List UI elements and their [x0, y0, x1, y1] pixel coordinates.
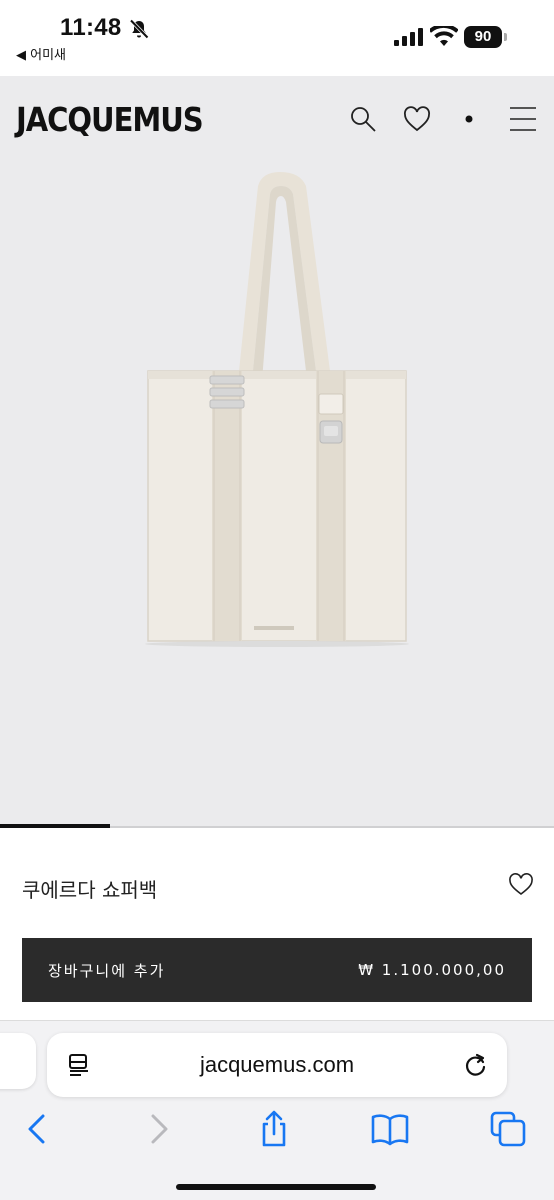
add-to-cart-button[interactable]: 장바구니에 추가 ₩ 1.100.000,00 [22, 938, 532, 1002]
chevron-left-icon[interactable] [18, 1109, 58, 1149]
chevron-right-icon[interactable] [138, 1109, 178, 1149]
wifi-icon [430, 26, 458, 46]
product-title: 쿠에르다 쇼퍼백 [22, 878, 158, 902]
url-text: jacquemus.com [199, 1052, 355, 1077]
battery-tip [504, 33, 507, 41]
cellular-signal-icon [394, 28, 423, 46]
site-header: JACQUEMUS [0, 76, 554, 166]
battery-level: 90 [464, 26, 502, 48]
battery-indicator: 90 [464, 26, 508, 48]
hamburger-menu-icon[interactable] [508, 104, 538, 134]
product-price: ₩ 1.100.000,00 [358, 961, 506, 979]
search-icon[interactable] [348, 104, 378, 134]
address-bar[interactable]: jacquemus.com [47, 1033, 507, 1097]
tabs-icon[interactable] [488, 1109, 528, 1149]
back-to-app-link[interactable]: ◀ 어미새 [16, 44, 66, 63]
brand-logo[interactable]: JACQUEMUS [16, 100, 204, 139]
tote-bag-image [145, 172, 409, 647]
home-indicator[interactable] [176, 1184, 376, 1190]
carousel-progress-indicator [0, 824, 110, 828]
share-icon[interactable] [254, 1109, 294, 1149]
product-image-carousel[interactable] [0, 166, 554, 828]
heart-icon[interactable] [508, 872, 534, 896]
heart-icon[interactable] [402, 104, 432, 134]
status-time: 11:48 [60, 14, 122, 41]
reload-icon[interactable] [463, 1052, 489, 1078]
previous-tab-card[interactable] [0, 1033, 36, 1089]
book-icon[interactable] [370, 1109, 410, 1149]
add-to-cart-label: 장바구니에 추가 [48, 961, 166, 980]
browser-toolbar: jacquemus.com [0, 1020, 554, 1200]
dot-icon[interactable] [454, 104, 484, 134]
status-bar: 11:48 ◀ 어미새 90 [0, 0, 554, 76]
bell-muted-icon [129, 19, 149, 39]
